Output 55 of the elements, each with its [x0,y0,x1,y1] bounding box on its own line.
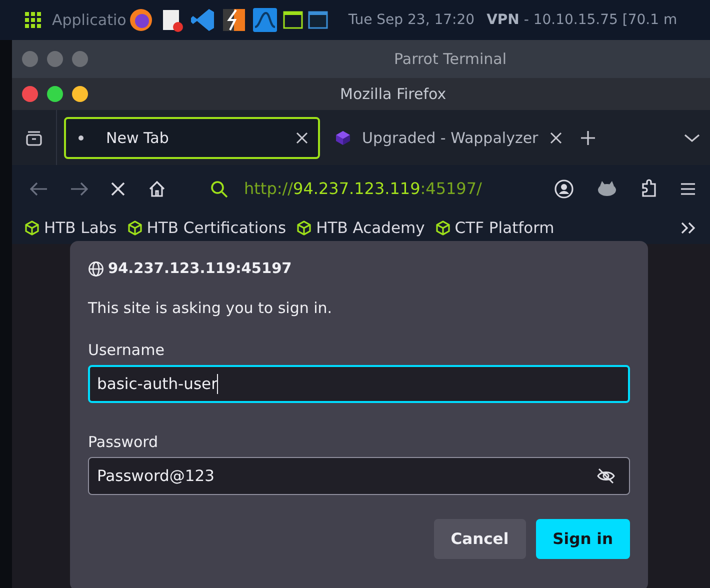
window-title: Parrot Terminal [394,50,507,68]
chevron-down-icon[interactable] [684,132,700,142]
address-field[interactable]: http://94.237.123.119:45197/ [188,172,532,206]
browser-tab[interactable]: New Tab [64,116,320,158]
bookmark[interactable]: CTF Platform [434,219,554,237]
cube-icon [334,128,352,146]
window-title: Mozilla Firefox [340,85,446,103]
app-grid-icon[interactable] [24,11,42,29]
vpn-status: VPN - 10.10.15.75 [70.1 m [486,12,678,28]
cancel-button[interactable]: Cancel [434,519,526,559]
globe-icon [88,261,104,277]
eye-slash-icon[interactable] [597,468,615,484]
url-text: http://94.237.123.119:45197/ [244,179,482,198]
dialog-message: This site is asking you to sign in. [88,299,334,317]
browser-icon[interactable] [128,7,154,33]
bookmark[interactable]: HTB Academy [296,219,425,237]
sign-in-button[interactable]: Sign in [536,519,630,559]
fin-icon[interactable] [252,7,278,33]
menu-icon[interactable] [680,182,696,196]
lightning-icon[interactable] [221,7,248,33]
account-icon[interactable] [554,178,574,198]
minimize-button[interactable] [72,86,88,102]
tab-label: New Tab [106,128,170,146]
terminal-icon[interactable] [283,11,304,29]
search-icon [210,180,228,198]
shell-icon[interactable] [308,11,328,29]
maximize-button[interactable] [47,86,63,102]
dot-icon [78,134,84,140]
forward-icon[interactable] [70,182,88,196]
cube-icon [24,220,40,236]
browser-tab[interactable]: Upgraded - Wappalyzer [320,116,574,158]
cube-icon [296,220,312,236]
bookmark[interactable]: HTB Labs [24,219,117,237]
tab-label: Upgraded - Wappalyzer [362,128,540,146]
back-icon[interactable] [30,182,48,196]
cube-icon [434,220,451,236]
site-address: 94.237.123.119:45197 [108,261,292,277]
code-editor-icon[interactable] [190,7,216,33]
username-field[interactable]: basic-auth-user [88,365,630,403]
plus-icon[interactable] [580,130,596,146]
clock: Tue Sep 23, 17:20 [348,12,475,28]
cube-icon [126,220,143,236]
close-icon[interactable] [296,132,308,144]
puzzle-icon[interactable] [640,178,658,198]
home-icon[interactable] [148,180,166,198]
field-label: Username [88,341,166,359]
close-button[interactable] [22,86,38,102]
password-field[interactable]: Password@123 [88,457,630,495]
close-icon[interactable] [550,132,562,144]
field-label: Password [88,433,160,451]
bookmark[interactable]: HTB Certifications [126,219,286,237]
chevrons-icon[interactable] [680,221,696,235]
applications-menu[interactable]: Applicatio [52,11,126,29]
stop-icon[interactable] [110,180,126,196]
cat-icon[interactable] [596,180,618,198]
